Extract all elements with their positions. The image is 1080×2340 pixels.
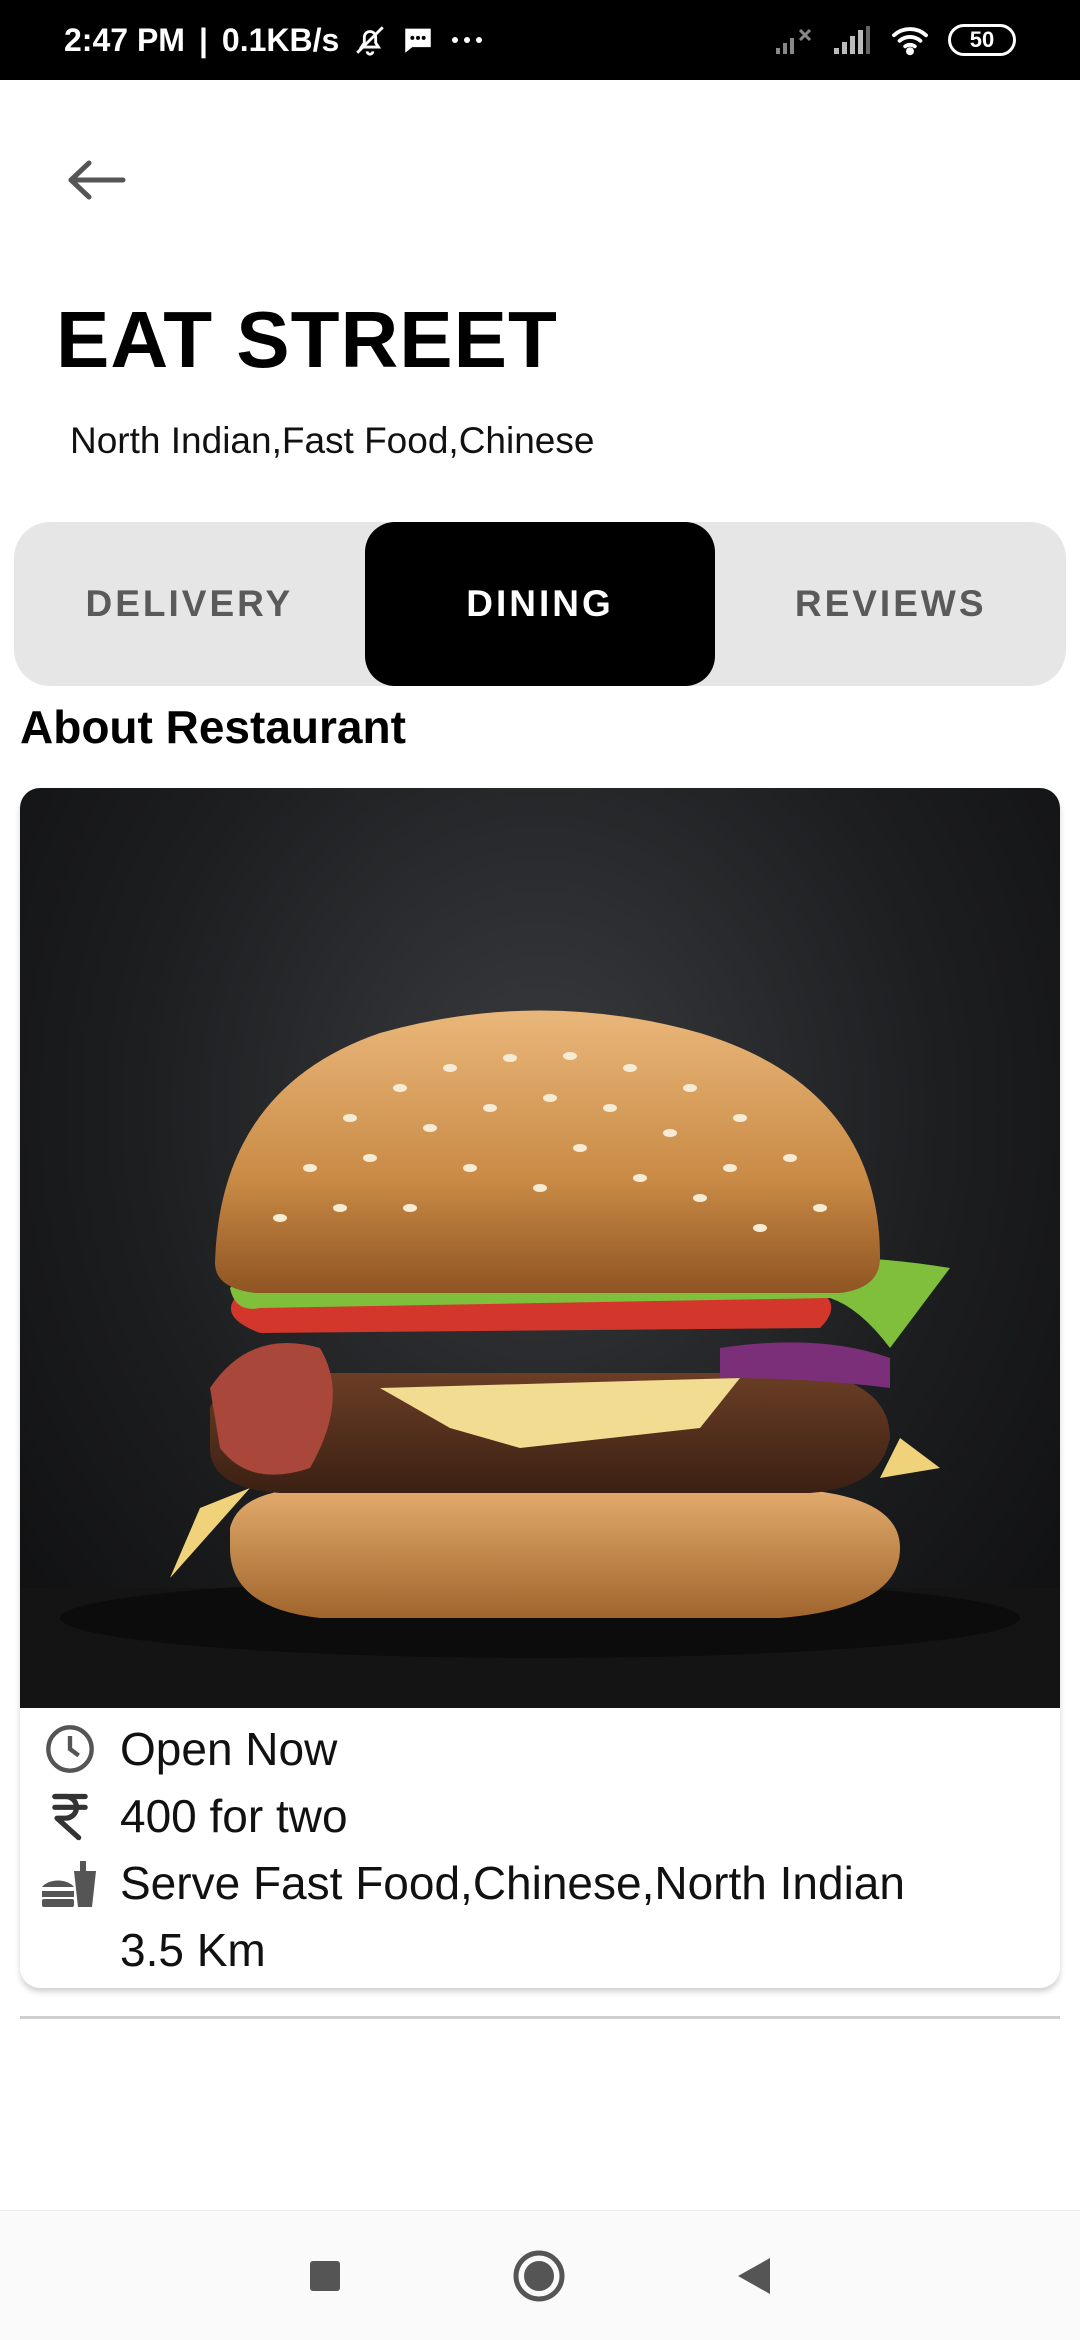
restaurant-cuisines: North Indian,Fast Food,Chinese bbox=[70, 420, 595, 461]
about-heading: About Restaurant bbox=[20, 701, 406, 753]
recents-square-icon bbox=[310, 2260, 340, 2291]
status-left: 2:47 PM | 0.1KB/s bbox=[64, 22, 485, 59]
clock-icon bbox=[20, 1723, 120, 1775]
signal-icon bbox=[832, 24, 872, 56]
wifi-icon bbox=[890, 24, 930, 56]
message-icon bbox=[401, 23, 435, 57]
recents-button[interactable] bbox=[308, 2259, 342, 2293]
open-status-text: Open Now bbox=[120, 1723, 338, 1775]
home-circle-icon bbox=[513, 2250, 565, 2301]
status-separator: | bbox=[198, 21, 208, 58]
back-nav-button[interactable] bbox=[736, 2256, 772, 2296]
status-time: 2:47 PM bbox=[64, 21, 185, 58]
cost-text: 400 for two bbox=[120, 1790, 348, 1842]
battery-icon: 50 bbox=[948, 24, 1016, 56]
status-bar: 2:47 PM | 0.1KB/s 50 bbox=[0, 0, 1080, 80]
more-icon bbox=[449, 34, 485, 46]
distance-row: 3.5 Km bbox=[20, 1917, 266, 1983]
signal-x-icon bbox=[774, 24, 814, 56]
bell-off-icon bbox=[353, 23, 387, 57]
burger-photo bbox=[20, 788, 1060, 1708]
serves-row: Serve Fast Food,Chinese,North Indian bbox=[20, 1850, 905, 1916]
fastfood-icon bbox=[20, 1857, 120, 1909]
system-nav-bar bbox=[0, 2210, 1080, 2340]
cost-row: 400 for two bbox=[20, 1783, 348, 1849]
back-button[interactable] bbox=[56, 140, 136, 220]
rupee-icon bbox=[20, 1790, 120, 1842]
restaurant-title: EAT STREET bbox=[56, 295, 558, 384]
status-right: 50 bbox=[774, 24, 1016, 56]
tab-dining[interactable]: DINING bbox=[364, 522, 716, 686]
home-button[interactable] bbox=[512, 2249, 566, 2303]
tab-bar: DELIVERY DINING REVIEWS bbox=[14, 522, 1066, 686]
status-speed: 0.1KB/s bbox=[221, 21, 340, 58]
arrow-left-icon bbox=[68, 160, 126, 200]
tab-reviews[interactable]: REVIEWS bbox=[715, 522, 1066, 686]
divider bbox=[20, 2016, 1060, 2019]
restaurant-card: Open Now 400 for two Serve Fast Food,Chi… bbox=[20, 788, 1060, 1988]
back-triangle-icon bbox=[738, 2257, 770, 2294]
tab-delivery[interactable]: DELIVERY bbox=[14, 522, 365, 686]
distance-text: 3.5 Km bbox=[120, 1924, 266, 1976]
serves-text: Serve Fast Food,Chinese,North Indian bbox=[120, 1857, 905, 1909]
open-status-row: Open Now bbox=[20, 1716, 337, 1782]
